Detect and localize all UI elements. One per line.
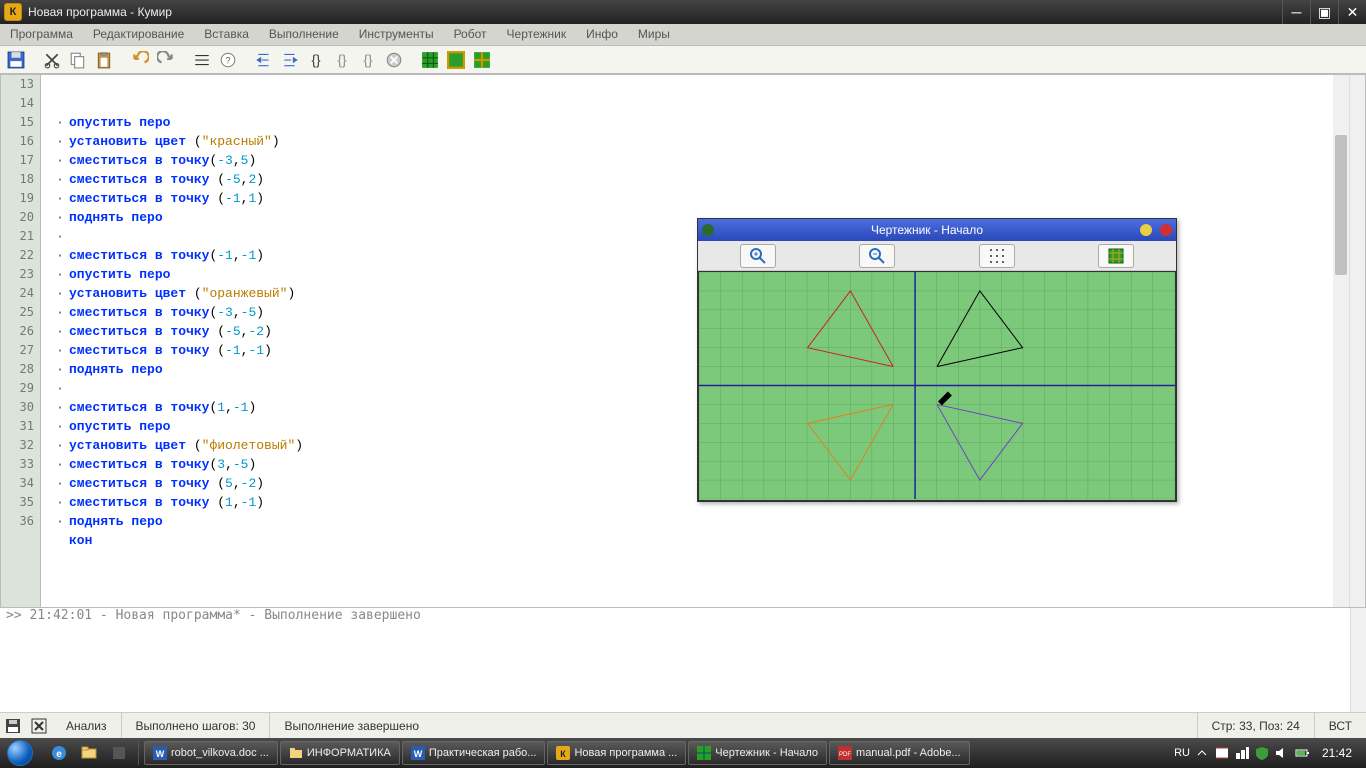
window-title: Новая программа - Кумир [26, 5, 1282, 19]
pinned-explorer[interactable] [76, 741, 102, 765]
status-analysis[interactable]: Анализ [52, 713, 122, 738]
brace1-button[interactable]: {} [304, 49, 328, 71]
zoom-out-button[interactable] [859, 244, 895, 268]
drafter-title: Чертежник - Начало [718, 223, 1136, 237]
code-line[interactable] [51, 550, 1349, 569]
undo-button[interactable] [128, 49, 152, 71]
grid1-button[interactable] [418, 49, 442, 71]
taskbar-task[interactable]: КНовая программа ... [547, 741, 686, 765]
format-button[interactable] [190, 49, 214, 71]
grid3-button[interactable] [470, 49, 494, 71]
pinned-ie[interactable]: e [46, 741, 72, 765]
status-message: Выполнение завершено [270, 713, 1197, 738]
editor-scrollbar[interactable] [1333, 75, 1349, 607]
drafter-sys-icon [702, 224, 714, 236]
svg-text:{}: {} [311, 52, 321, 67]
code-line[interactable]: ·сместиться в точку (-1,1) [51, 189, 1349, 208]
taskbar-task[interactable]: WПрактическая рабо... [402, 741, 546, 765]
grid2-button[interactable] [444, 49, 468, 71]
svg-text:{}: {} [337, 52, 347, 67]
status-position: Стр: 33, Поз: 24 [1198, 713, 1315, 738]
menu-чертежник[interactable]: Чертежник [497, 24, 577, 45]
side-panel [1349, 75, 1365, 607]
code-line[interactable]: ·поднять перо [51, 512, 1349, 531]
tray-arrow-icon[interactable] [1194, 745, 1210, 761]
help-button[interactable]: ? [216, 49, 240, 71]
fit-button[interactable] [1098, 244, 1134, 268]
svg-text:W: W [156, 749, 165, 759]
status-save-icon[interactable] [2, 715, 24, 737]
tray-lang[interactable]: RU [1174, 747, 1190, 759]
code-line[interactable]: кон [51, 531, 1349, 550]
code-line[interactable]: ·сместиться в точку (-5,2) [51, 170, 1349, 189]
tray-volume-icon[interactable] [1274, 745, 1290, 761]
menubar: ПрограммаРедактированиеВставкаВыполнение… [0, 24, 1366, 46]
svg-text:e: e [56, 749, 62, 760]
tray-clock[interactable]: 21:42 [1314, 746, 1360, 760]
svg-text:?: ? [225, 55, 230, 65]
window-titlebar: К Новая программа - Кумир ─ ▣ ✕ [0, 0, 1366, 24]
tray-shield-icon[interactable] [1254, 745, 1270, 761]
code-line[interactable]: ·установить цвет ("красный") [51, 132, 1349, 151]
svg-text:PDF: PDF [839, 752, 851, 758]
svg-text:W: W [414, 749, 423, 759]
redo-button[interactable] [154, 49, 178, 71]
brace2-button[interactable]: {} [330, 49, 354, 71]
taskbar-task[interactable]: PDFmanual.pdf - Adobe... [829, 741, 970, 765]
app-icon: К [4, 3, 22, 21]
close-button[interactable]: ✕ [1338, 0, 1366, 24]
code-line[interactable]: ·опустить перо [51, 113, 1349, 132]
windows-orb-icon [7, 740, 33, 766]
grid-button[interactable] [979, 244, 1015, 268]
cut-button[interactable] [40, 49, 64, 71]
taskbar: e Wrobot_vilkova.doc ...ИНФОРМАТИКАWПрак… [0, 738, 1366, 768]
status-mode: ВСТ [1315, 713, 1366, 738]
menu-робот[interactable]: Робот [444, 24, 497, 45]
drafter-titlebar[interactable]: Чертежник - Начало [698, 219, 1176, 241]
maximize-button[interactable]: ▣ [1310, 0, 1338, 24]
svg-text:{}: {} [363, 52, 373, 67]
taskbar-task[interactable]: Wrobot_vilkova.doc ... [144, 741, 278, 765]
drafter-close-button[interactable] [1160, 224, 1172, 236]
menu-инфо[interactable]: Инфо [576, 24, 628, 45]
taskbar-task[interactable]: ИНФОРМАТИКА [280, 741, 400, 765]
start-button[interactable] [0, 739, 40, 767]
status-close-icon[interactable] [28, 715, 50, 737]
taskbar-task[interactable]: Чертежник - Начало [688, 741, 827, 765]
save-button[interactable] [4, 49, 28, 71]
tray-flag-icon[interactable] [1214, 745, 1230, 761]
tray-network-icon[interactable] [1234, 745, 1250, 761]
paste-button[interactable] [92, 49, 116, 71]
statusbar: Анализ Выполнено шагов: 30 Выполнение за… [0, 712, 1366, 738]
drafter-toolbar [698, 241, 1176, 271]
drafter-window[interactable]: Чертежник - Начало [697, 218, 1177, 502]
brace3-button[interactable]: {} [356, 49, 380, 71]
status-steps: Выполнено шагов: 30 [122, 713, 271, 738]
indent-in-button[interactable] [252, 49, 276, 71]
menu-редактирование[interactable]: Редактирование [83, 24, 194, 45]
menu-инструменты[interactable]: Инструменты [349, 24, 444, 45]
code-line[interactable]: ·сместиться в точку(-3,5) [51, 151, 1349, 170]
menu-миры[interactable]: Миры [628, 24, 680, 45]
system-tray[interactable]: RU 21:42 [1168, 745, 1366, 761]
svg-text:К: К [561, 749, 567, 759]
toolbar: ? {} {} {} [0, 46, 1366, 74]
drafter-canvas[interactable] [698, 271, 1176, 501]
drafter-minimize-button[interactable] [1140, 224, 1152, 236]
menu-программа[interactable]: Программа [0, 24, 83, 45]
indent-out-button[interactable] [278, 49, 302, 71]
pinned-app[interactable] [106, 741, 132, 765]
scrollbar-thumb[interactable] [1335, 135, 1347, 275]
zoom-in-button[interactable] [740, 244, 776, 268]
minimize-button[interactable]: ─ [1282, 0, 1310, 24]
menu-выполнение[interactable]: Выполнение [259, 24, 349, 45]
line-number-gutter: 1314151617181920212223242526272829303132… [1, 75, 41, 607]
menu-вставка[interactable]: Вставка [194, 24, 259, 45]
stop-button[interactable] [382, 49, 406, 71]
copy-button[interactable] [66, 49, 90, 71]
tray-battery-icon[interactable] [1294, 745, 1310, 761]
